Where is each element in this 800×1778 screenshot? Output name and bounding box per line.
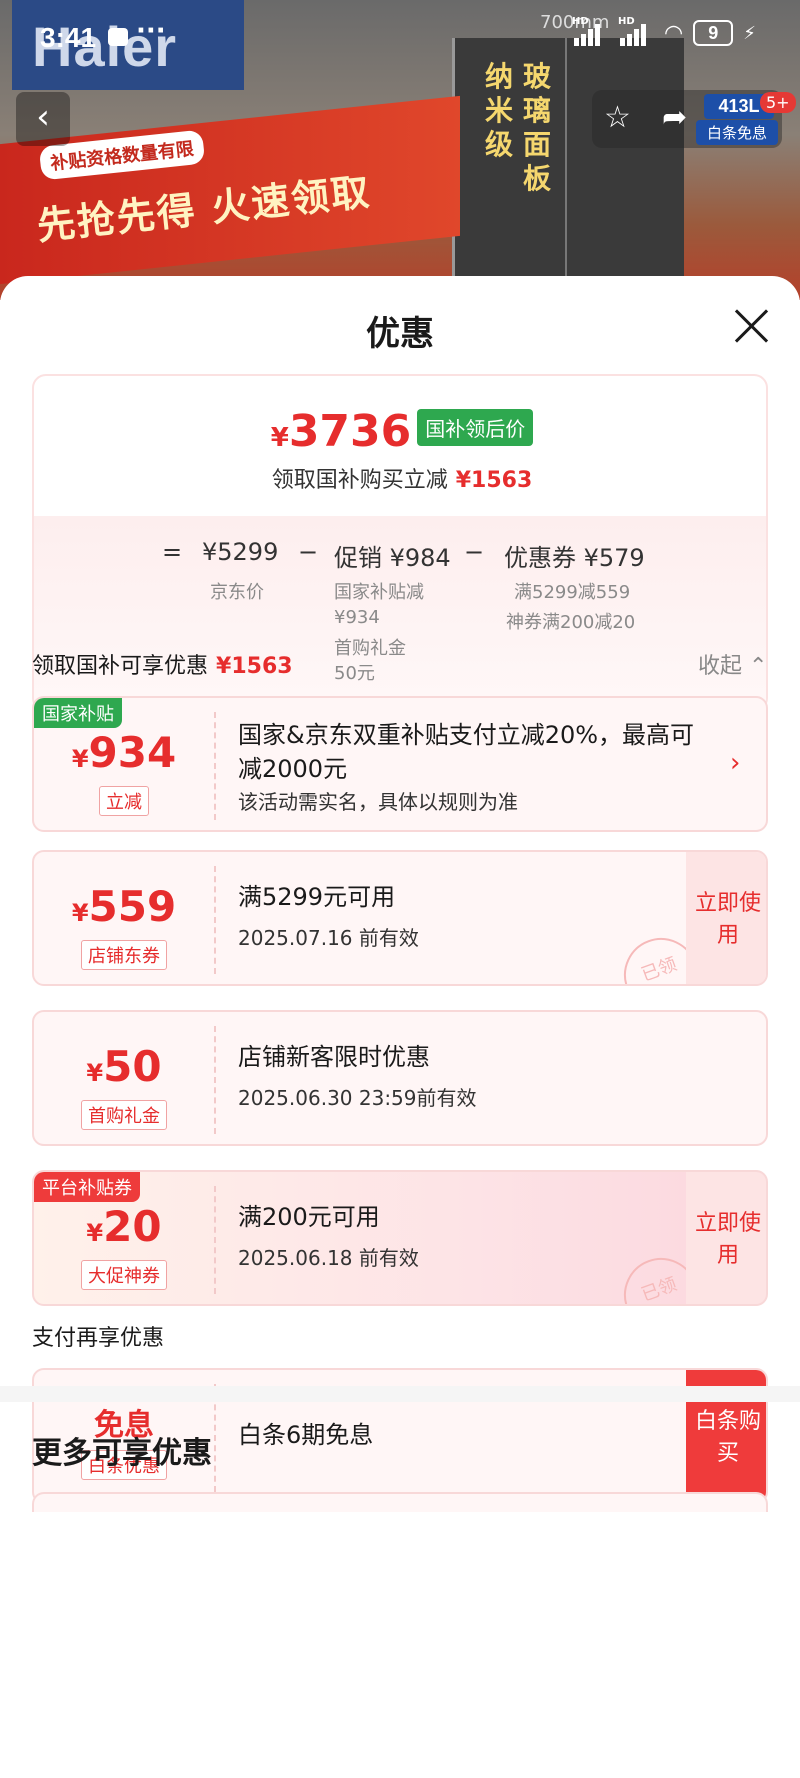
coupon-amount: 50 bbox=[103, 1042, 162, 1091]
free-interest-label: 白条免息 bbox=[696, 120, 778, 145]
jd-price: ¥5299 bbox=[202, 538, 279, 566]
collapse-label: 收起 bbox=[698, 654, 743, 679]
discount-sheet: 优惠 ¥3736 国补领后价 领取国补购买立减 ¥1563 = ¥5299 京东价 … bbox=[0, 276, 800, 1778]
signal-icon-1: HD bbox=[572, 16, 608, 46]
coupon-note-platform: 神券满200减20 bbox=[506, 612, 636, 633]
coupon-expiry: 2025.07.16 前有效 bbox=[238, 926, 419, 950]
section-subsidy-header: 领取国补可享优惠 ¥1563 bbox=[32, 648, 293, 680]
coupon-note-store: 满5299减559 bbox=[514, 582, 631, 603]
final-price: ¥3736 国补领后价 bbox=[34, 406, 766, 457]
coupon-divider bbox=[214, 1186, 216, 1294]
promo-note-gift-amount: 50元 bbox=[334, 663, 375, 684]
coupon-value-area: ¥559 店铺东券 bbox=[34, 852, 214, 984]
coupon-note: 该活动需实名，具体以规则为准 bbox=[238, 790, 518, 814]
status-time: 3:41 bbox=[40, 22, 97, 53]
price-summary-head: ¥3736 国补领后价 领取国补购买立减 ¥1563 bbox=[34, 376, 766, 516]
formula-equals: = bbox=[162, 538, 183, 566]
coupon-corner-badge: 平台补贴券 bbox=[34, 1172, 140, 1202]
promo-note-subsidy-amount: ¥934 bbox=[334, 607, 380, 628]
coupon-type: 店铺东券 bbox=[34, 940, 214, 970]
signal-icon-2: HD bbox=[618, 16, 654, 46]
coupon-amount: 934 bbox=[88, 728, 177, 777]
coupon-total: 优惠券 ¥579 bbox=[504, 544, 645, 572]
jd-price-label: 京东价 bbox=[210, 582, 264, 603]
battery-icon: 9 bbox=[693, 20, 734, 46]
favorite-star-icon[interactable]: ☆ bbox=[604, 100, 631, 135]
top-action-bar: ☆ ➦ 413L 白条免息 bbox=[592, 90, 782, 148]
status-indicators: HD HD ◠ 9 ⚡ bbox=[572, 16, 756, 46]
promo-note-subsidy: 国家补贴减 bbox=[334, 582, 424, 603]
price-saving-text: 领取国补购买立减 bbox=[271, 468, 448, 493]
coupon-currency: ¥ bbox=[71, 745, 89, 773]
network-type-2: HD bbox=[618, 16, 635, 27]
use-now-button[interactable]: 立即使用 bbox=[686, 852, 766, 984]
section-payment-header: 支付再享优惠 bbox=[32, 1326, 165, 1351]
coupon-value: ¥934 bbox=[34, 728, 214, 777]
coupon-description: 满5299元可用 bbox=[238, 883, 396, 911]
coupon-type: 首购礼金 bbox=[34, 1100, 214, 1130]
coupon-type-label: 立减 bbox=[99, 786, 149, 816]
sheet-title: 优惠 bbox=[366, 314, 434, 354]
coupon-description: 店铺新客限时优惠 bbox=[238, 1043, 430, 1071]
currency-symbol: ¥ bbox=[270, 423, 289, 453]
coupon-expiry: 2025.06.30 23:59前有效 bbox=[238, 1086, 477, 1110]
coupon-card-platform: ¥20 大促神券 平台补贴券 满200元可用 2025.06.18 前有效 已领… bbox=[32, 1170, 768, 1306]
coupon-card-store: ¥559 店铺东券 满5299元可用 2025.07.16 前有效 已领 立即使… bbox=[32, 850, 768, 986]
network-type-1: HD bbox=[572, 16, 589, 27]
use-now-button[interactable]: 立即使用 bbox=[686, 1172, 766, 1304]
section-subsidy-amount: ¥1563 bbox=[216, 654, 293, 679]
more-discounts-title: 更多可享优惠 bbox=[32, 1436, 212, 1471]
coupon-amount: 20 bbox=[103, 1202, 162, 1251]
coupon-value: ¥559 bbox=[34, 882, 214, 931]
coupon-type-label: 首购礼金 bbox=[81, 1100, 167, 1130]
coupon-expiry: 2025.06.18 前有效 bbox=[238, 1246, 419, 1270]
section-subsidy-label: 领取国补可享优惠 bbox=[32, 654, 209, 679]
coupon-value-area: ¥50 首购礼金 bbox=[34, 1012, 214, 1144]
message-count-badge: 5+ bbox=[760, 92, 796, 113]
coupon-card-first-purchase: ¥50 首购礼金 店铺新客限时优惠 2025.06.30 23:59前有效 bbox=[32, 1010, 768, 1146]
more-discounts-card-peek bbox=[32, 1492, 768, 1512]
price-formula: = ¥5299 京东价 − 促销 ¥984 国家补贴减 ¥934 首购礼金 50… bbox=[34, 516, 766, 710]
coupon-divider bbox=[214, 866, 216, 974]
final-price-amount: 3736 bbox=[288, 406, 412, 457]
fridge-panel-text-right: 玻璃面板 bbox=[522, 60, 551, 195]
coupon-corner-badge: 国家补贴 bbox=[34, 698, 122, 728]
close-icon[interactable] bbox=[730, 304, 774, 348]
coupon-value: ¥20 bbox=[34, 1202, 214, 1251]
coupon-card-subsidy[interactable]: ¥934 立减 国家补贴 国家&京东双重补贴支付立减20%，最高可减2000元 … bbox=[32, 696, 768, 832]
coupon-type: 立减 bbox=[34, 786, 214, 816]
price-saving-amount: ¥1563 bbox=[455, 468, 533, 493]
chevron-right-icon[interactable]: › bbox=[730, 748, 740, 778]
coupon-value: ¥50 bbox=[34, 1042, 214, 1091]
status-bar: 3:41 ··· HD HD ◠ 9 ⚡ bbox=[0, 0, 800, 76]
formula-minus-1: − bbox=[298, 538, 319, 566]
coupon-description: 国家&京东双重补贴支付立减20%，最高可减2000元 bbox=[238, 721, 695, 783]
payment-description: 白条6期免息 bbox=[238, 1421, 374, 1449]
coupon-divider bbox=[214, 712, 216, 820]
wifi-icon: ◠ bbox=[664, 20, 684, 46]
coupon-divider bbox=[214, 1026, 216, 1134]
message-notification-icon bbox=[108, 28, 128, 46]
coupon-currency: ¥ bbox=[71, 899, 89, 927]
price-saving-line: 领取国补购买立减 ¥1563 bbox=[34, 462, 766, 494]
chevron-up-icon: ⌃ bbox=[749, 654, 768, 679]
coupon-amount: 559 bbox=[88, 882, 177, 931]
section-separator bbox=[0, 1386, 800, 1402]
coupon-description: 满200元可用 bbox=[238, 1203, 380, 1231]
final-price-tag: 国补领后价 bbox=[417, 409, 534, 446]
promo-note-gift: 首购礼金 bbox=[334, 638, 406, 659]
coupon-currency: ¥ bbox=[86, 1059, 104, 1087]
chevron-left-icon: ‹ bbox=[36, 97, 50, 137]
formula-minus-2: − bbox=[464, 538, 485, 566]
charging-icon: ⚡ bbox=[743, 22, 756, 44]
coupon-type-label: 店铺东券 bbox=[81, 940, 167, 970]
back-button[interactable]: ‹ bbox=[16, 92, 70, 146]
coupon-currency: ¥ bbox=[86, 1219, 104, 1247]
share-icon[interactable]: ➦ bbox=[662, 100, 687, 135]
more-notifications-icon: ··· bbox=[136, 16, 166, 46]
coupon-type: 大促神券 bbox=[34, 1260, 214, 1290]
promo-total: 促销 ¥984 bbox=[334, 544, 451, 572]
collapse-button[interactable]: 收起 ⌃ bbox=[698, 648, 767, 680]
coupon-type-label: 大促神券 bbox=[81, 1260, 167, 1290]
